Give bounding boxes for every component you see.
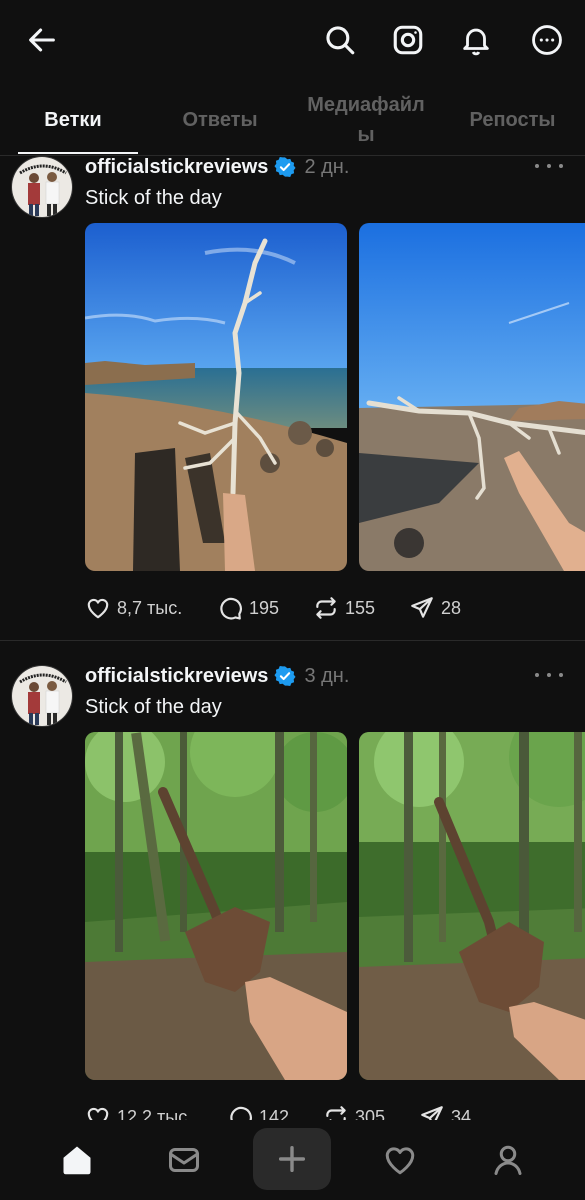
nav-activity[interactable] — [368, 1128, 432, 1192]
post[interactable]: officialstickreviews 3 дн. Stick of the … — [0, 659, 585, 1129]
post-image[interactable] — [85, 732, 347, 1080]
post-text: Stick of the day — [85, 187, 222, 209]
post-text: Stick of the day — [85, 696, 222, 718]
repost-count: 155 — [345, 597, 376, 618]
back-button[interactable] — [20, 18, 64, 62]
new-post-button[interactable] — [253, 1128, 331, 1190]
search-button[interactable] — [318, 18, 362, 62]
reply-count: 195 — [249, 597, 280, 618]
avatar-image — [12, 666, 72, 726]
post-more-button[interactable] — [535, 156, 563, 176]
nav-profile[interactable] — [476, 1128, 540, 1192]
beach-stick-image — [85, 223, 347, 571]
inbox-icon — [169, 1148, 199, 1172]
media-carousel[interactable] — [85, 732, 585, 1080]
username[interactable]: officialstickreviews — [85, 156, 268, 179]
verified-badge-icon — [274, 157, 296, 177]
plus-icon — [278, 1145, 306, 1173]
avatar-image — [12, 157, 72, 217]
profile-tabs: Ветки Ответы Медиафайлы Репосты — [0, 84, 585, 156]
bell-icon — [463, 28, 489, 56]
bottom-navigation — [0, 1120, 585, 1200]
media-carousel[interactable] — [85, 223, 585, 571]
home-icon — [63, 1146, 91, 1175]
share-button[interactable]: 28 — [409, 593, 461, 623]
repost-button[interactable]: 155 — [313, 593, 375, 623]
nav-messages[interactable] — [152, 1128, 216, 1192]
like-button[interactable]: 8,7 тыс. — [85, 593, 182, 623]
post-actions: 8,7 тыс. 195 155 28 — [85, 593, 565, 623]
post-time: 2 дн. — [304, 155, 350, 178]
shore-stick-image — [359, 223, 585, 571]
post[interactable]: officialstickreviews 2 дн. Stick of the … — [0, 150, 585, 640]
notifications-button[interactable] — [454, 18, 498, 62]
username[interactable]: officialstickreviews — [85, 665, 268, 688]
post-more-button[interactable] — [535, 665, 563, 685]
post-image[interactable] — [85, 223, 347, 571]
nav-home[interactable] — [45, 1128, 109, 1192]
profile-icon — [494, 1145, 522, 1175]
verified-badge-icon — [274, 666, 296, 686]
comment-icon — [220, 597, 242, 620]
heart-icon — [385, 1147, 415, 1175]
more-options-button[interactable] — [525, 18, 569, 62]
heart-icon — [87, 598, 109, 619]
post-image[interactable] — [359, 732, 585, 1080]
tab-replies[interactable]: Ответы — [165, 84, 275, 156]
tab-reposts[interactable]: Репосты — [455, 84, 570, 156]
arrow-left-icon — [29, 28, 55, 52]
top-bar — [0, 0, 585, 84]
share-count: 28 — [441, 597, 462, 618]
repost-icon — [316, 597, 336, 619]
post-time: 3 дн. — [304, 664, 350, 687]
send-icon — [411, 597, 433, 618]
like-count: 8,7 тыс. — [117, 597, 183, 618]
search-icon — [326, 26, 355, 55]
forest-stick-image — [85, 732, 347, 1080]
avatar[interactable] — [11, 156, 73, 218]
forest-stick-image — [359, 732, 585, 1080]
avatar[interactable] — [11, 665, 73, 727]
post-divider — [0, 640, 585, 641]
tab-media[interactable]: Медиафайлы — [300, 84, 432, 156]
reply-button[interactable]: 195 — [217, 593, 279, 623]
post-header: officialstickreviews 2 дн. — [85, 152, 349, 182]
instagram-icon — [393, 25, 423, 55]
post-image[interactable] — [359, 223, 585, 571]
tab-threads[interactable]: Ветки — [18, 84, 128, 156]
instagram-button[interactable] — [386, 18, 430, 62]
post-header: officialstickreviews 3 дн. — [85, 661, 349, 691]
more-circle-icon — [532, 25, 562, 55]
